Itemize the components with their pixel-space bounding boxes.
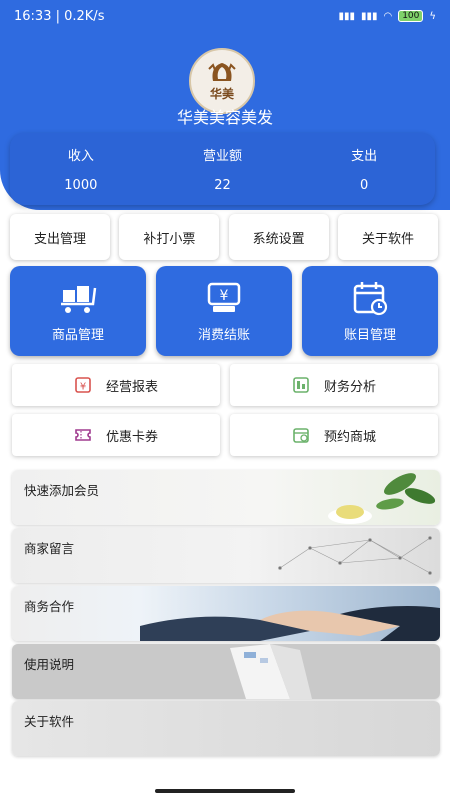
booking-icon — [293, 428, 309, 443]
stat-revenue-label: 营业额 — [203, 149, 243, 164]
quick-add-member-banner[interactable]: 快速添加会员 — [12, 470, 440, 525]
business-cooperation-banner[interactable]: 商务合作 — [12, 586, 440, 641]
coupon-button[interactable]: 优惠卡券 — [12, 414, 220, 456]
status-time: 16:33 | 0.2K/s — [14, 8, 105, 24]
app-title: 华美美容美发 — [176, 108, 273, 127]
svg-text:¥: ¥ — [220, 288, 229, 304]
about-software-banner-label: 关于软件 — [24, 714, 75, 729]
home-indicator[interactable] — [155, 789, 295, 793]
financial-analysis-label: 财务分析 — [323, 379, 376, 395]
stats-card: 收入 1000 营业额 22 支出 0 — [10, 133, 435, 205]
network-pattern-image — [278, 536, 432, 575]
signal-icon: ▮▮▮ — [338, 10, 355, 22]
business-report-label: 经营报表 — [105, 379, 158, 395]
checkout-label: 消费结账 — [197, 327, 250, 343]
booking-mall-button[interactable]: 预约商城 — [230, 414, 438, 456]
user-guide-banner[interactable]: 使用说明 — [12, 644, 440, 699]
signal-icon-2: ▮▮▮ — [360, 10, 378, 22]
user-guide-label: 使用说明 — [24, 657, 75, 672]
merchant-message-banner[interactable]: 商家留言 — [12, 528, 440, 583]
analysis-icon — [293, 377, 309, 393]
logo-text: 华美 — [209, 86, 234, 101]
stat-income-value: 1000 — [64, 178, 98, 193]
stat-revenue-value: 22 — [214, 178, 231, 193]
status-bar: 16:33 | 0.2K/s ▮▮▮ ▮▮▮ ◠ 100 ϟ — [0, 0, 450, 32]
svg-text:¥: ¥ — [80, 382, 86, 393]
product-management-button[interactable]: 商品管理 — [10, 266, 146, 356]
main-actions: 商品管理 ¥ 消费结账 账目管理 — [10, 266, 438, 356]
stat-revenue[interactable]: 营业额 22 — [152, 133, 294, 205]
stat-expense-value: 0 — [360, 178, 369, 193]
merchant-message-label: 商家留言 — [24, 541, 75, 556]
cash-register-icon: ¥ — [207, 282, 241, 312]
stat-income-label: 收入 — [67, 149, 94, 164]
wifi-icon: ◠ — [383, 10, 393, 22]
quick-actions: 支出管理 补打小票 系统设置 关于软件 — [10, 214, 438, 260]
cart-icon — [61, 285, 97, 313]
secondary-actions: ¥ 经营报表 财务分析 优惠卡券 预约商城 — [12, 364, 438, 456]
coupon-icon — [75, 429, 91, 441]
system-settings-button[interactable]: 系统设置 — [228, 214, 329, 260]
calendar-clock-icon — [353, 281, 388, 315]
charging-icon: ϟ — [429, 10, 436, 22]
stat-income[interactable]: 收入 1000 — [10, 133, 152, 205]
report-icon: ¥ — [75, 377, 91, 393]
accounts-management-button[interactable]: 账目管理 — [302, 266, 438, 356]
booking-mall-label: 预约商城 — [323, 429, 376, 445]
business-report-button[interactable]: ¥ 经营报表 — [12, 364, 220, 406]
stat-expense[interactable]: 支出 0 — [293, 133, 435, 205]
logo-emblem-icon — [208, 62, 236, 81]
tea-leaves-image — [328, 473, 436, 524]
financial-analysis-button[interactable]: 财务分析 — [230, 364, 438, 406]
checkout-button[interactable]: ¥ 消费结账 — [156, 266, 292, 356]
about-software-button[interactable]: 关于软件 — [337, 214, 438, 260]
coupon-label: 优惠卡券 — [105, 429, 158, 445]
product-management-label: 商品管理 — [51, 327, 104, 343]
reprint-receipt-button[interactable]: 补打小票 — [119, 214, 220, 260]
business-cooperation-label: 商务合作 — [24, 599, 75, 614]
battery-icon: 100 — [398, 10, 424, 22]
quick-add-member-label: 快速添加会员 — [24, 483, 100, 498]
stat-expense-label: 支出 — [351, 149, 378, 164]
brochure-image — [230, 644, 312, 699]
expense-management-button[interactable]: 支出管理 — [10, 214, 110, 260]
accounts-management-label: 账目管理 — [343, 327, 396, 343]
handshake-image — [140, 606, 440, 641]
about-software-banner[interactable]: 关于软件 — [12, 701, 440, 756]
